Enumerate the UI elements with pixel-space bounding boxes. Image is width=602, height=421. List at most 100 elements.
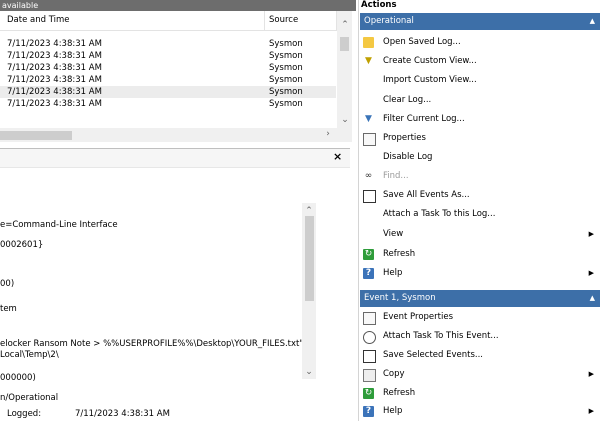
event-date-cell: 7/11/2023 4:38:31 AM bbox=[7, 87, 102, 97]
action-label: Disable Log bbox=[383, 152, 433, 162]
detail-line: Local\Temp\2\ bbox=[0, 350, 59, 360]
action-attach-task-to-event[interactable]: Attach Task To This Event... bbox=[360, 327, 600, 346]
folder-open-icon bbox=[363, 37, 374, 48]
action-label: Clear Log... bbox=[383, 95, 432, 105]
action-label: Refresh bbox=[383, 249, 416, 259]
action-copy[interactable]: Copy ▶ bbox=[360, 365, 600, 384]
action-label: Save Selected Events... bbox=[383, 350, 483, 360]
detail-line: 000000) bbox=[0, 373, 36, 383]
detail-logged-value: 7/11/2023 4:38:31 AM bbox=[75, 409, 170, 419]
copy-icon bbox=[363, 369, 376, 382]
action-label: Attach a Task To this Log... bbox=[383, 209, 496, 219]
action-open-saved-log[interactable]: Open Saved Log... bbox=[360, 33, 600, 52]
section-header-operational[interactable]: Operational ▲ bbox=[360, 13, 600, 30]
binoculars-icon: ∞ bbox=[364, 171, 373, 181]
event-source-cell: Sysmon bbox=[269, 51, 303, 61]
detail-line: tem bbox=[0, 304, 17, 314]
actions-title: Actions bbox=[361, 0, 397, 10]
events-count-text: available bbox=[2, 1, 39, 10]
event-detail-text: e=Command-Line Interface 0002601} 00) te… bbox=[0, 200, 304, 383]
action-find[interactable]: ∞ Find... bbox=[360, 167, 600, 186]
action-clear-log[interactable]: Clear Log... bbox=[360, 91, 600, 110]
action-help[interactable]: ? Help ▶ bbox=[360, 264, 600, 283]
action-label: Copy bbox=[383, 369, 405, 379]
event-source-cell: Sysmon bbox=[269, 87, 303, 97]
grid-horizontal-scroll-thumb[interactable] bbox=[0, 131, 72, 140]
event-row[interactable]: 7/11/2023 4:38:31 AM Sysmon bbox=[0, 38, 336, 50]
column-header-date-label: Date and Time bbox=[7, 15, 70, 25]
save-icon bbox=[363, 350, 376, 363]
action-label: Properties bbox=[383, 133, 426, 143]
event-row[interactable]: 7/11/2023 4:38:31 AM Sysmon bbox=[0, 62, 336, 74]
collapse-triangle-icon: ▲ bbox=[589, 17, 595, 25]
refresh-icon: ↻ bbox=[363, 249, 374, 260]
refresh-icon: ↻ bbox=[363, 388, 374, 399]
detail-line: 0002601} bbox=[0, 240, 44, 250]
event-date-cell: 7/11/2023 4:38:31 AM bbox=[7, 39, 102, 49]
event-row[interactable]: 7/11/2023 4:38:31 AM Sysmon bbox=[0, 98, 336, 110]
section-title: Event 1, Sysmon bbox=[364, 293, 436, 303]
event-date-cell: 7/11/2023 4:38:31 AM bbox=[7, 63, 102, 73]
action-label: Refresh bbox=[383, 388, 416, 398]
properties-icon bbox=[363, 133, 376, 146]
event-source-cell: Sysmon bbox=[269, 63, 303, 73]
detail-logged-label: Logged: bbox=[7, 409, 42, 419]
column-header-source[interactable]: Source bbox=[265, 11, 337, 31]
action-label: Open Saved Log... bbox=[383, 37, 461, 47]
action-refresh-event[interactable]: ↻ Refresh bbox=[360, 384, 600, 403]
detail-vertical-scroll-thumb[interactable] bbox=[305, 216, 314, 301]
event-date-cell: 7/11/2023 4:38:31 AM bbox=[7, 51, 102, 61]
action-save-selected-events[interactable]: Save Selected Events... bbox=[360, 346, 600, 365]
detail-line: elocker Ransom Note > %%USERPROFILE%%\De… bbox=[0, 339, 304, 349]
detail-scroll-down-arrow-icon[interactable]: ⌄ bbox=[302, 366, 316, 378]
event-date-cell: 7/11/2023 4:38:31 AM bbox=[7, 99, 102, 109]
action-label: Event Properties bbox=[383, 312, 454, 322]
action-properties[interactable]: Properties bbox=[360, 129, 600, 148]
event-source-cell: Sysmon bbox=[269, 75, 303, 85]
event-source-cell: Sysmon bbox=[269, 99, 303, 109]
submenu-arrow-icon: ▶ bbox=[588, 407, 594, 415]
save-icon bbox=[363, 190, 376, 203]
section-header-event[interactable]: Event 1, Sysmon ▲ bbox=[360, 290, 600, 307]
events-grid: Date and Time Source 7/11/2023 4:38:31 A… bbox=[0, 11, 356, 143]
scroll-down-arrow-icon[interactable]: ⌄ bbox=[338, 114, 352, 126]
action-label: Filter Current Log... bbox=[383, 114, 465, 124]
scroll-up-arrow-icon[interactable]: ⌃ bbox=[338, 19, 352, 31]
column-header-date[interactable]: Date and Time bbox=[0, 11, 265, 31]
scroll-right-arrow-icon[interactable]: › bbox=[321, 128, 335, 140]
detail-line: 00) bbox=[0, 279, 15, 289]
event-detail-header bbox=[0, 148, 350, 168]
event-row[interactable]: 7/11/2023 4:38:31 AM Sysmon bbox=[0, 74, 336, 86]
task-icon bbox=[363, 331, 376, 344]
action-create-custom-view[interactable]: ▼ Create Custom View... bbox=[360, 52, 600, 71]
help-icon: ? bbox=[363, 406, 374, 417]
action-save-all-events[interactable]: Save All Events As... bbox=[360, 186, 600, 205]
detail-line: e=Command-Line Interface bbox=[0, 220, 118, 230]
action-label: Save All Events As... bbox=[383, 190, 470, 200]
action-label: Help bbox=[383, 268, 403, 278]
action-label: View bbox=[383, 229, 404, 239]
submenu-arrow-icon: ▶ bbox=[588, 230, 594, 238]
help-icon: ? bbox=[363, 268, 374, 279]
submenu-arrow-icon: ▶ bbox=[588, 269, 594, 277]
action-disable-log[interactable]: Disable Log bbox=[360, 148, 600, 167]
action-attach-task-to-log[interactable]: Attach a Task To this Log... bbox=[360, 205, 600, 224]
grid-vertical-scroll-thumb[interactable] bbox=[340, 37, 349, 51]
action-label: Create Custom View... bbox=[383, 56, 477, 66]
action-label: Attach Task To This Event... bbox=[383, 331, 499, 341]
close-detail-icon[interactable]: × bbox=[333, 150, 342, 163]
detail-log-name: n/Operational bbox=[0, 393, 59, 403]
action-label: Find... bbox=[383, 171, 409, 181]
action-help-event[interactable]: ? Help ▶ bbox=[360, 402, 600, 421]
event-row[interactable]: 7/11/2023 4:38:31 AM Sysmon bbox=[0, 86, 336, 98]
properties-icon bbox=[363, 312, 376, 325]
event-source-cell: Sysmon bbox=[269, 39, 303, 49]
action-refresh[interactable]: ↻ Refresh bbox=[360, 245, 600, 264]
action-event-properties[interactable]: Event Properties bbox=[360, 308, 600, 327]
action-filter-current-log[interactable]: ▼ Filter Current Log... bbox=[360, 110, 600, 129]
action-view[interactable]: View ▶ bbox=[360, 225, 600, 244]
collapse-triangle-icon: ▲ bbox=[589, 294, 595, 302]
filter-icon: ▼ bbox=[365, 114, 372, 124]
event-row[interactable]: 7/11/2023 4:38:31 AM Sysmon bbox=[0, 50, 336, 62]
action-import-custom-view[interactable]: Import Custom View... bbox=[360, 71, 600, 90]
